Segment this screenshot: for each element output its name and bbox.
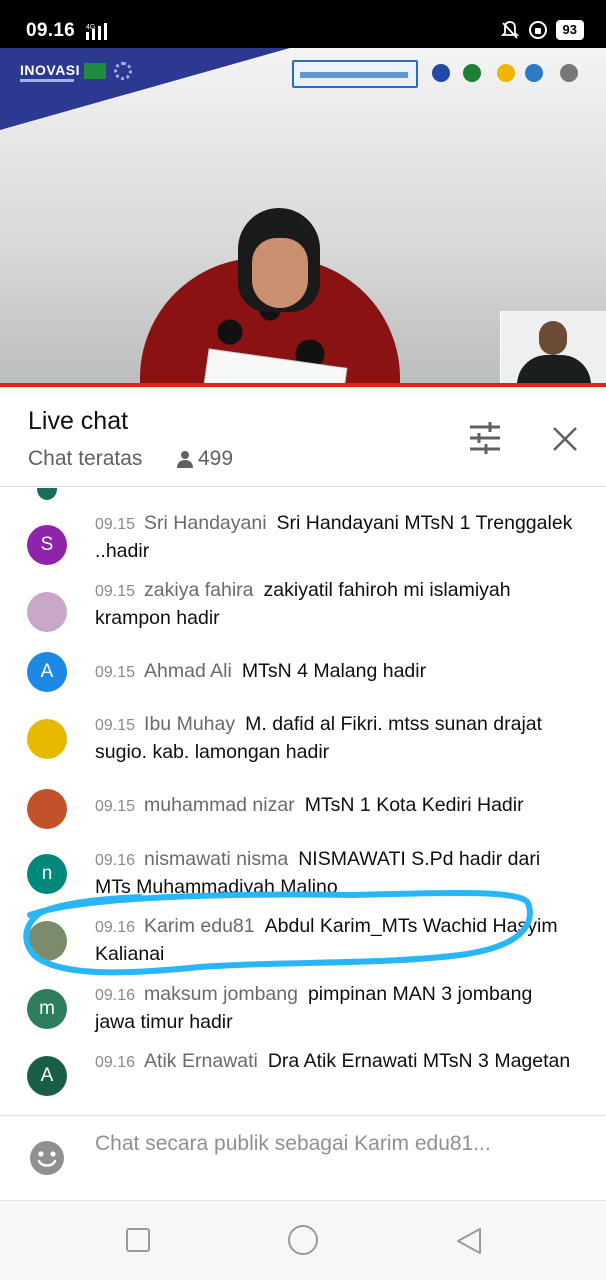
avatar-letter: A <box>40 1065 54 1086</box>
status-bar: 09.16 4G 93 <box>0 0 606 48</box>
chat-message-list[interactable]: S 09.15 Sri Handayani Sri Handayani MTsN 1… <box>0 488 606 1115</box>
signal-icon: 4G <box>86 23 107 40</box>
avatar <box>27 719 67 759</box>
message-author[interactable]: maksum jombang <box>144 983 298 1005</box>
message-author[interactable]: muhammad nizar <box>144 794 295 816</box>
webinar-banner <box>292 60 418 88</box>
tune-icon[interactable] <box>468 422 502 454</box>
message-text: 09.16 nismawati nisma NISMAWATI S.Pd hadir… <box>95 846 575 901</box>
message-time: 09.15 <box>95 717 136 734</box>
viewer-count: 499 <box>176 447 233 471</box>
message-body: MTsN 4 Malang hadir <box>241 660 427 682</box>
avatar: A <box>27 652 67 692</box>
regency-logo <box>525 64 543 82</box>
status-time: 09.16 <box>26 20 76 41</box>
message-time: 09.16 <box>95 919 136 936</box>
message-author[interactable]: nismawati nisma <box>144 848 288 870</box>
avatar <box>37 488 57 500</box>
message-author[interactable]: Atik Ernawati <box>144 1050 258 1072</box>
avatar-letter: m <box>39 998 55 1019</box>
back-button[interactable] <box>454 1226 484 1256</box>
signer-head <box>539 321 567 355</box>
avatar-letter: n <box>41 863 53 884</box>
recent-apps-button[interactable] <box>126 1228 150 1252</box>
message-text: 09.15 zakiya fahira zakiyatil fahiroh mi i… <box>95 577 575 632</box>
message-text: 09.16 Karim edu81 Abdul Karim_MTs Wachid H… <box>95 913 575 968</box>
religion-logo <box>463 64 481 82</box>
message-body: MTsN 1 Kota Kediri Hadir <box>304 794 524 816</box>
message-text: 09.15 muhammad nizar MTsN 1 Kota Kediri Ha… <box>95 792 575 820</box>
avatar-letter: A <box>40 661 54 682</box>
avatar <box>27 789 67 829</box>
video-logo-text: INOVASI <box>20 62 81 78</box>
message-author[interactable]: Karim edu81 <box>144 915 255 937</box>
logo-underline <box>20 79 74 82</box>
avatar: A <box>27 1056 67 1096</box>
chat-input-bar <box>0 1115 606 1200</box>
message-author[interactable]: Ahmad Ali <box>144 660 232 682</box>
avatar-letter: S <box>40 534 54 555</box>
person-icon <box>177 451 193 468</box>
home-button[interactable] <box>288 1225 318 1255</box>
message-time: 09.16 <box>95 1054 136 1071</box>
data-saver-icon <box>528 21 547 39</box>
emoji-icon[interactable] <box>29 1140 65 1176</box>
message-author[interactable]: Ibu Muhay <box>144 713 235 735</box>
message-text: 09.16 Atik Ernawati Dra Atik Ernawati MTsN… <box>95 1048 575 1076</box>
province-logo <box>497 64 515 82</box>
partner-logo <box>84 63 106 79</box>
ministry-logo <box>432 64 450 82</box>
mute-icon <box>500 21 519 39</box>
message-text: 09.15 Ahmad Ali MTsN 4 Malang hadir <box>95 658 575 686</box>
message-text: 09.15 Sri Handayani Sri Handayani MTsN 1 T… <box>95 510 575 565</box>
message-text: 09.15 Ibu Muhay M. dafid al Fikri. mtss su… <box>95 711 575 766</box>
message-text: 09.16 maksum jombang pimpinan MAN 3 jomban… <box>95 981 575 1036</box>
message-author[interactable]: zakiya fahira <box>144 579 253 601</box>
chat-header: Live chat Chat teratas 499 <box>0 387 606 487</box>
message-time: 09.16 <box>95 852 136 869</box>
message-time: 09.16 <box>95 987 136 1004</box>
message-time: 09.15 <box>95 664 136 681</box>
message-time: 09.15 <box>95 798 136 815</box>
message-body: Dra Atik Ernawati MTsN 3 Magetan <box>267 1050 571 1072</box>
avatar: S <box>27 525 67 565</box>
chat-mode-selector[interactable]: Chat teratas <box>28 447 142 471</box>
australia-logo <box>560 64 578 82</box>
avatar <box>27 921 67 961</box>
gear-logo <box>114 62 132 80</box>
video-player[interactable]: INOVASI <box>0 48 606 385</box>
message-time: 09.15 <box>95 516 136 533</box>
message-time: 09.15 <box>95 583 136 600</box>
signer-body <box>517 355 591 385</box>
avatar: n <box>27 854 67 894</box>
sign-language-inset <box>500 311 606 385</box>
chat-title: Live chat <box>28 407 129 435</box>
close-icon[interactable] <box>552 426 578 452</box>
battery-icon: 93 <box>555 20 584 40</box>
chat-input[interactable]: Chat secara publik sebagai Karim edu81..… <box>95 1130 565 1157</box>
message-author[interactable]: Sri Handayani <box>144 512 266 534</box>
speaker-face <box>252 238 308 308</box>
avatar: m <box>27 989 67 1029</box>
avatar <box>27 592 67 632</box>
viewer-count-value: 499 <box>198 447 234 470</box>
